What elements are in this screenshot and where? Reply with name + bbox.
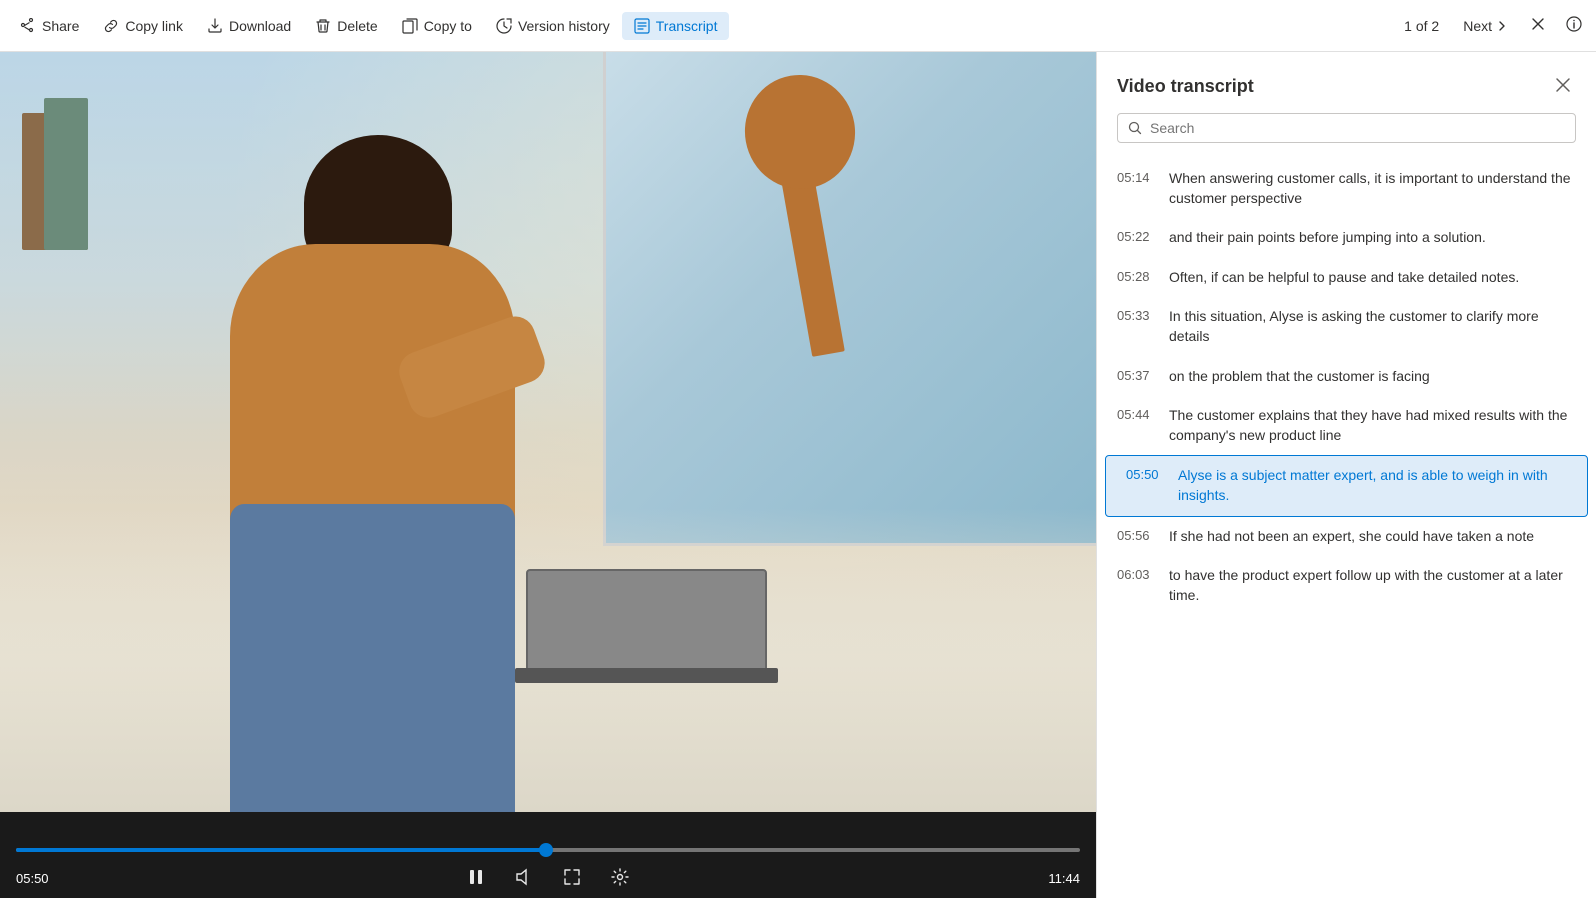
delete-button[interactable]: Delete [303, 12, 389, 40]
transcript-text: on the problem that the customer is faci… [1169, 367, 1430, 387]
transcript-timestamp: 05:50 [1126, 466, 1162, 505]
video-controls-center [462, 863, 634, 894]
transcript-text: The customer explains that they have had… [1169, 406, 1576, 445]
search-bar [1097, 113, 1596, 155]
transcript-timestamp: 06:03 [1117, 566, 1153, 605]
copy-link-button[interactable]: Copy link [91, 12, 195, 40]
video-scene [0, 52, 1096, 812]
transcript-close-button[interactable] [1550, 72, 1576, 101]
copy-to-icon [402, 18, 418, 34]
transcript-item[interactable]: 05:28 Often, if can be helpful to pause a… [1097, 258, 1596, 298]
fullscreen-icon [562, 867, 582, 887]
transcript-item[interactable]: 05:50 Alyse is a subject matter expert, a… [1105, 455, 1588, 516]
settings-button[interactable] [606, 863, 634, 894]
progress-track[interactable] [16, 848, 1080, 852]
time-total: 11:44 [1048, 871, 1080, 886]
share-button[interactable]: Share [8, 12, 91, 40]
transcript-item[interactable]: 05:22 and their pain points before jumpin… [1097, 218, 1596, 258]
info-icon [1566, 16, 1582, 32]
transcript-text: Often, if can be helpful to pause and ta… [1169, 268, 1519, 288]
transcript-item[interactable]: 05:56 If she had not been an expert, she … [1097, 517, 1596, 557]
transcript-title: Video transcript [1117, 76, 1254, 97]
transcript-text: Alyse is a subject matter expert, and is… [1178, 466, 1567, 505]
transcript-item[interactable]: 05:37 on the problem that the customer is… [1097, 357, 1596, 397]
transcript-item[interactable]: 06:03 to have the product expert follow u… [1097, 556, 1596, 615]
copy-to-button[interactable]: Copy to [390, 12, 484, 40]
toolbar: Share Copy link Download Delete Copy to [0, 0, 1596, 52]
share-icon [20, 18, 36, 34]
download-icon [207, 18, 223, 34]
transcript-timestamp: 05:44 [1117, 406, 1153, 445]
transcript-list: 05:14 When answering customer calls, it i… [1097, 155, 1596, 898]
transcript-timestamp: 05:22 [1117, 228, 1153, 248]
transcript-text: to have the product expert follow up wit… [1169, 566, 1576, 605]
progress-fill [16, 848, 546, 852]
transcript-text: In this situation, Alyse is asking the c… [1169, 307, 1576, 346]
transcript-button[interactable]: Transcript [622, 12, 730, 40]
search-input-wrap [1117, 113, 1576, 143]
video-bottom-bar: 05:50 [0, 858, 1096, 898]
pause-button[interactable] [462, 863, 490, 894]
volume-icon [514, 867, 534, 887]
transcript-item[interactable]: 05:44 The customer explains that they hav… [1097, 396, 1596, 455]
progress-bar-area[interactable] [0, 848, 1096, 852]
close-icon [1554, 76, 1572, 94]
search-icon [1128, 121, 1142, 135]
transcript-item[interactable]: 05:14 When answering customer calls, it i… [1097, 159, 1596, 218]
transcript-text: If she had not been an expert, she could… [1169, 527, 1534, 547]
time-current: 05:50 [16, 871, 49, 886]
settings-icon [610, 867, 630, 887]
transcript-icon [634, 18, 650, 34]
page-indicator: 1 of 2 [1396, 18, 1447, 34]
search-input[interactable] [1150, 120, 1565, 136]
fullscreen-button[interactable] [558, 863, 586, 894]
video-background [0, 52, 1096, 812]
transcript-timestamp: 05:37 [1117, 367, 1153, 387]
transcript-timestamp: 05:56 [1117, 527, 1153, 547]
pause-icon [466, 867, 486, 887]
transcript-timestamp: 05:33 [1117, 307, 1153, 346]
transcript-header: Video transcript [1097, 52, 1596, 113]
info-button[interactable] [1560, 10, 1588, 41]
download-button[interactable]: Download [195, 12, 303, 40]
video-panel: 05:50 [0, 52, 1096, 898]
copy-link-icon [103, 18, 119, 34]
transcript-text: When answering customer calls, it is imp… [1169, 169, 1576, 208]
transcript-panel: Video transcript 05:14 When answering cus… [1096, 52, 1596, 898]
transcript-item[interactable]: 05:33 In this situation, Alyse is asking … [1097, 297, 1596, 356]
close-toolbar-button[interactable] [1524, 10, 1552, 41]
version-history-button[interactable]: Version history [484, 12, 622, 40]
close-icon [1530, 16, 1546, 32]
toolbar-right: 1 of 2 Next [1396, 10, 1588, 41]
progress-thumb[interactable] [539, 843, 553, 857]
main-area: 05:50 [0, 52, 1596, 898]
next-button[interactable]: Next [1455, 14, 1516, 38]
mute-button[interactable] [510, 863, 538, 894]
chevron-right-icon [1496, 20, 1508, 32]
transcript-timestamp: 05:14 [1117, 169, 1153, 208]
delete-icon [315, 18, 331, 34]
transcript-timestamp: 05:28 [1117, 268, 1153, 288]
version-history-icon [496, 18, 512, 34]
transcript-text: and their pain points before jumping int… [1169, 228, 1486, 248]
